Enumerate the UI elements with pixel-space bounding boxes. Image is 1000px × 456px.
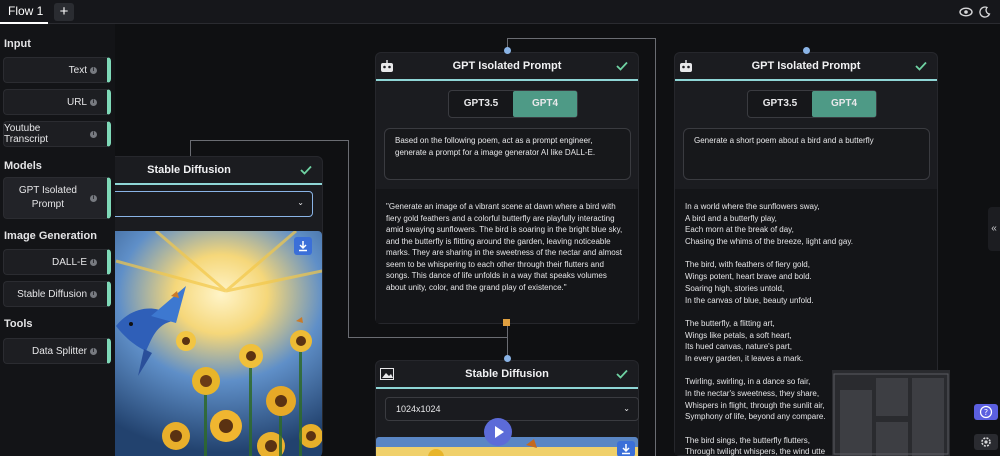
top-bar: Flow 1 + [0,0,1000,24]
sidebar-item-label: Stable Diffusion [17,288,87,300]
poem-line [685,306,927,318]
select-value: 1024x1024 [396,404,441,414]
sidebar-item-url[interactable]: URL i [3,89,111,115]
add-tab-button[interactable]: + [54,3,74,21]
connection-wire [507,323,508,358]
minimap[interactable] [832,370,950,456]
download-button[interactable] [617,441,635,456]
minimap-view [833,373,949,456]
option-gpt4[interactable]: GPT4 [812,91,876,117]
input-port[interactable] [504,355,511,362]
poem-line: Soaring high, stories untold, [685,283,785,293]
section-title-input: Input [4,38,31,50]
help-button[interactable]: ? [974,404,998,420]
node-title: GPT Isolated Prompt [452,60,562,72]
connection-wire [507,38,655,39]
info-icon[interactable]: i [90,347,97,355]
info-icon[interactable]: i [90,258,97,266]
moon-icon[interactable] [978,5,992,19]
sidebar-item-stable-diffusion[interactable]: Stable Diffusion i [3,281,111,307]
connection-wire [190,140,191,156]
poem-line: In a world where the sunflowers sway, [685,202,820,211]
download-icon [622,444,630,455]
chevron-down-icon: ⌄ [623,404,630,413]
poem-line: A bird and a butterfly play, [685,213,777,223]
poem-line: Its hued canvas, nature's part, [685,342,792,352]
download-icon [299,241,307,252]
sidebar-item-gpt-isolated-prompt[interactable]: GPT Isolated Prompt i [3,177,111,219]
info-icon[interactable]: i [90,130,97,138]
input-port[interactable] [803,47,810,54]
section-title-image-generation: Image Generation [4,230,97,242]
check-icon [616,61,628,71]
option-gpt35[interactable]: GPT3.5 [449,91,513,117]
check-icon [915,61,927,71]
output-port[interactable] [503,319,510,326]
node-header: GPT Isolated Prompt [675,53,937,81]
prompt-textarea[interactable]: Generate a short poem about a bird and a… [683,128,930,180]
svg-text:?: ? [984,408,988,417]
sidebar-item-dall-e[interactable]: DALL-E i [3,249,111,275]
prompt-textarea[interactable]: Based on the following poem, act as a pr… [384,128,631,180]
connection-wire [655,38,656,456]
collapse-panel-button[interactable]: « [988,207,1000,251]
sidebar-item-label: DALL-E [51,256,87,268]
sidebar-item-label: Data Splitter [31,345,87,357]
option-gpt4[interactable]: GPT4 [513,91,577,117]
sidebar-item-label: Youtube Transcript [4,123,49,145]
app-root: Flow 1 + Stable Diffusion ⌄ GPT Isolated… [0,0,1000,456]
sidebar-item-data-splitter[interactable]: Data Splitter i [3,338,111,364]
sidebar-item-label: URL [66,96,87,108]
gear-icon [981,437,991,447]
poem-line: In every garden, it leaves a mark. [685,353,804,363]
node-title: GPT Isolated Prompt [751,60,861,72]
poem-line: In the canvas of blue, beauty unfold. [685,295,814,305]
gpt-isolated-prompt-node-middle[interactable]: GPT Isolated Prompt GPT3.5 GPT4 Based on… [375,52,639,324]
poem-line: Chasing the whims of the breeze, light a… [685,237,853,247]
model-toggle: GPT3.5 GPT4 [747,90,877,118]
download-button[interactable] [294,237,312,255]
sidebar-item-label: Text [68,64,87,76]
poem-line: Wings potent, heart brave and bold. [685,272,812,282]
input-port[interactable] [504,47,511,54]
section-title-tools: Tools [4,318,33,330]
check-icon [300,165,312,175]
help-icon: ? [979,405,993,419]
play-icon [495,426,504,438]
info-icon[interactable]: i [90,194,97,202]
node-header: Stable Diffusion [376,361,638,389]
sidebar: Input Text i URL i Youtube Transcript i … [0,24,115,456]
sidebar-item-text[interactable]: Text i [3,57,111,83]
connection-wire [190,140,348,141]
section-title-models: Models [4,160,42,172]
info-icon[interactable]: i [90,290,97,298]
poem-line: Wings like petals, a soft heart, [685,330,792,340]
poem-line [685,248,927,260]
node-header: GPT Isolated Prompt [376,53,638,81]
model-toggle: GPT3.5 GPT4 [448,90,578,118]
resolution-select[interactable]: 1024x1024 ⌄ [385,397,639,421]
sidebar-item-youtube-transcript[interactable]: Youtube Transcript i [3,121,111,147]
poem-line: The bird, with feathers of fiery gold, [685,260,810,270]
connection-wire [348,140,349,337]
tab-flow-1[interactable]: Flow 1 [0,0,48,24]
poem-line: The butterfly, a flitting art, [685,318,775,328]
sidebar-item-label: GPT Isolated Prompt [18,185,77,210]
settings-button[interactable] [974,434,998,450]
check-icon [616,369,628,379]
run-button[interactable] [484,418,512,446]
info-icon[interactable]: i [90,98,97,106]
chevron-down-icon: ⌄ [297,198,304,207]
info-icon[interactable]: i [90,66,97,74]
prompt-output: "Generate an image of a vibrant scene at… [376,189,638,323]
eye-icon[interactable] [959,5,973,19]
option-gpt35[interactable]: GPT3.5 [748,91,812,117]
connection-wire [348,337,508,338]
node-title: Stable Diffusion [465,368,549,380]
poem-line: Each morn at the break of day, [685,225,794,235]
